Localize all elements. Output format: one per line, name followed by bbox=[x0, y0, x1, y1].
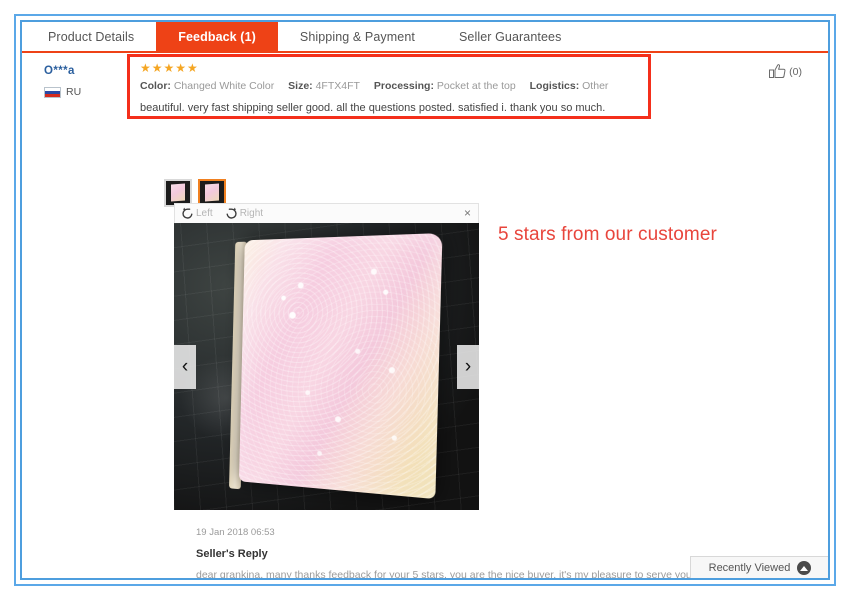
helpful-count: (0) bbox=[789, 65, 802, 78]
image-viewer-toolbar: Left Right × bbox=[174, 203, 479, 223]
thumbnail-image-1 bbox=[171, 183, 186, 202]
prop-key-logistics: Logistics: bbox=[529, 80, 580, 92]
tab-feedback[interactable]: Feedback (1) bbox=[156, 22, 278, 51]
prop-value-size: 4FTX4FT bbox=[315, 80, 360, 92]
review-comment-text: beautiful. very fast shipping seller goo… bbox=[140, 102, 606, 115]
reviewer-column: O***a RU bbox=[22, 53, 132, 98]
rotate-right-label: Right bbox=[239, 208, 264, 219]
sku-properties: Color: Changed White Color Size: 4FTX4FT… bbox=[140, 79, 720, 94]
thumbs-up-icon bbox=[769, 64, 786, 78]
image-viewer: Left Right × ‹ › bbox=[174, 203, 479, 510]
rotate-right-icon bbox=[226, 207, 237, 219]
prop-value-logistics: Other bbox=[582, 80, 609, 92]
recently-viewed-label: Recently Viewed bbox=[708, 562, 791, 574]
tab-product-details[interactable]: Product Details bbox=[26, 22, 157, 51]
star-rating: ★★★★★ bbox=[140, 61, 199, 75]
rotate-left-button[interactable]: Left bbox=[181, 207, 213, 220]
tab-seller-guarantees[interactable]: Seller Guarantees bbox=[436, 22, 584, 51]
browser-frame-inner: Product Details Feedback (1) Shipping & … bbox=[20, 20, 830, 580]
prop-key-processing: Processing: bbox=[373, 80, 434, 92]
prop-key-color: Color: bbox=[140, 80, 171, 92]
prev-image-arrow-icon[interactable]: ‹ bbox=[174, 344, 196, 389]
ru-flag-icon bbox=[44, 86, 61, 98]
image-viewer-stage: ‹ › bbox=[174, 223, 479, 510]
recently-viewed-button[interactable]: Recently Viewed bbox=[690, 556, 828, 578]
next-image-arrow-icon[interactable]: › bbox=[457, 344, 479, 389]
review-body: O***a RU (0) ★★★★★ Color: Changed White … bbox=[22, 53, 828, 578]
browser-frame-outer: Product Details Feedback (1) Shipping & … bbox=[14, 14, 836, 586]
chevron-up-circle-icon bbox=[797, 561, 812, 575]
content-area: Product Details Feedback (1) Shipping & … bbox=[22, 22, 828, 578]
thumbnail-image-2 bbox=[205, 183, 220, 202]
prop-value-processing: Pocket at the top bbox=[436, 80, 516, 92]
prop-key-size: Size: bbox=[288, 80, 313, 92]
product-photo-sequin-pillow bbox=[238, 233, 443, 500]
rotate-left-label: Left bbox=[196, 208, 213, 219]
prop-value-color: Changed White Color bbox=[173, 80, 275, 92]
country-code: RU bbox=[66, 86, 82, 98]
rotate-left-icon bbox=[182, 207, 193, 219]
helpful-button[interactable]: (0) bbox=[769, 64, 802, 79]
reviewer-name[interactable]: O***a bbox=[44, 65, 132, 77]
annotation-callout-text: 5 stars from our customer bbox=[498, 224, 717, 245]
close-icon[interactable]: × bbox=[464, 207, 471, 219]
review-date: 19 Jan 2018 06:53 bbox=[196, 527, 275, 538]
review-content: ★★★★★ Color: Changed White Color Size: 4… bbox=[140, 62, 720, 117]
rotate-right-button[interactable]: Right bbox=[225, 207, 263, 220]
reviewer-country: RU bbox=[44, 86, 132, 98]
tab-bar: Product Details Feedback (1) Shipping & … bbox=[22, 22, 828, 53]
tab-shipping-payment[interactable]: Shipping & Payment bbox=[277, 22, 437, 51]
